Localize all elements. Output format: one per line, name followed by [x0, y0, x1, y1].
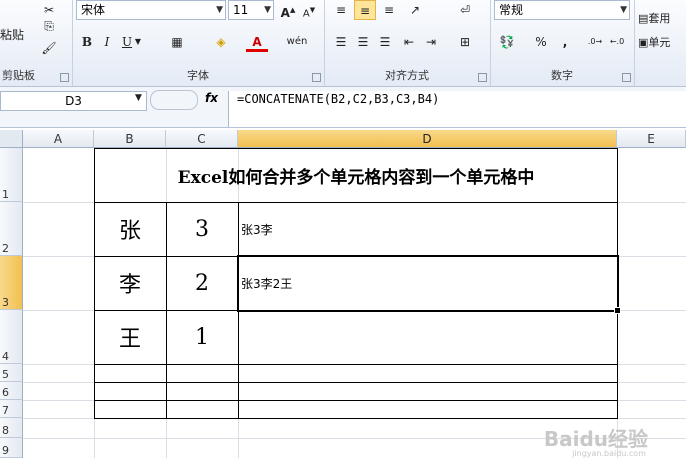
- row-header-8[interactable]: 8: [0, 418, 23, 438]
- ribbon: 粘贴 ✂ ⎘ 🖌 剪贴板 宋体 ▼ 11 ▼ A▲ A▼ B I U ▼ ▦ ◈ A…: [0, 0, 686, 87]
- table-line: [94, 400, 618, 401]
- phonetic-button[interactable]: wén: [286, 32, 308, 52]
- cell-d2[interactable]: 张3李: [238, 202, 620, 256]
- number-launcher-icon[interactable]: [622, 73, 631, 82]
- align-middle-icon[interactable]: ≡: [354, 0, 376, 20]
- format-as-table-label: 套用: [648, 12, 671, 25]
- alignment-group-label: 对齐方式: [385, 69, 429, 82]
- row-header-1[interactable]: 1: [0, 148, 23, 202]
- shrink-font-icon[interactable]: A▼: [298, 0, 320, 20]
- column-header-a[interactable]: A: [23, 130, 94, 148]
- paste-button[interactable]: 粘贴: [0, 26, 24, 43]
- decrease-decimal-icon[interactable]: ←.0: [606, 32, 628, 52]
- cell-c2[interactable]: 3: [166, 202, 238, 256]
- align-top-icon[interactable]: ≡: [330, 0, 352, 20]
- font-name-select[interactable]: 宋体 ▼: [76, 0, 226, 20]
- bold-button[interactable]: B: [76, 32, 98, 52]
- column-header-c[interactable]: C: [166, 130, 238, 148]
- fill-color-icon[interactable]: ◈: [210, 32, 232, 52]
- watermark-subtext: jingyan.baidu.com: [572, 449, 646, 458]
- cell-b4[interactable]: 王: [94, 310, 166, 364]
- row-header-6[interactable]: 6: [0, 382, 23, 400]
- cell-c3[interactable]: 2: [166, 256, 238, 310]
- table-icon: ▤: [638, 12, 649, 25]
- column-header-e[interactable]: E: [617, 130, 686, 148]
- align-bottom-icon[interactable]: ≡: [378, 0, 400, 20]
- row-header-9[interactable]: 9: [0, 438, 23, 458]
- alignment-group: ≡ ≡ ≡ ↗ ⏎ ☰ ☰ ☰ ⇤ ⇥ ⊞ 对齐方式: [324, 0, 491, 86]
- percent-button[interactable]: %: [530, 32, 552, 52]
- clipboard-launcher-icon[interactable]: [60, 73, 69, 82]
- increase-decimal-icon[interactable]: .0→: [584, 32, 606, 52]
- table-line: [94, 382, 618, 383]
- format-as-table-button[interactable]: ▤套用: [638, 10, 670, 26]
- styles-group: ▤套用 ▣单元: [634, 0, 686, 86]
- font-color-button[interactable]: A: [246, 32, 268, 52]
- cell-style-icon: ▣: [638, 36, 649, 49]
- table-line: [94, 364, 618, 365]
- cell-styles-label: 单元: [648, 36, 671, 49]
- chevron-down-icon: ▼: [620, 5, 627, 15]
- chevron-down-icon: ▼: [216, 5, 223, 15]
- formula-bar-grip-icon[interactable]: [150, 90, 198, 110]
- select-all-corner[interactable]: [0, 130, 23, 148]
- font-size-select[interactable]: 11 ▼: [228, 0, 274, 20]
- number-group-label: 数字: [551, 69, 573, 82]
- formula-input[interactable]: =CONCATENATE(B2,C2,B3,C3,B4): [228, 91, 686, 127]
- font-name-value: 宋体: [81, 3, 106, 17]
- column-header-b[interactable]: B: [94, 130, 166, 148]
- wrap-text-icon[interactable]: ⏎: [454, 0, 476, 20]
- currency-icon[interactable]: 💱: [496, 32, 518, 52]
- name-box-dropdown-icon[interactable]: ▼: [135, 93, 142, 103]
- fill-handle[interactable]: [614, 307, 621, 314]
- font-launcher-icon[interactable]: [312, 73, 321, 82]
- align-right-icon[interactable]: ☰: [374, 32, 396, 52]
- cell-b3[interactable]: 李: [94, 256, 166, 310]
- orientation-icon[interactable]: ↗: [404, 0, 426, 20]
- row-header-3[interactable]: 3: [0, 256, 23, 310]
- font-group: 宋体 ▼ 11 ▼ A▲ A▼ B I U ▼ ▦ ◈ A wén 字体: [72, 0, 325, 86]
- font-group-label: 字体: [187, 69, 209, 82]
- format-painter-icon[interactable]: 🖌: [38, 38, 60, 58]
- comma-button[interactable]: ,: [554, 32, 576, 52]
- align-center-icon[interactable]: ☰: [352, 32, 374, 52]
- cell-styles-button[interactable]: ▣单元: [638, 34, 670, 50]
- alignment-launcher-icon[interactable]: [478, 73, 487, 82]
- insert-function-button[interactable]: fx: [205, 91, 218, 105]
- active-cell-selection: [237, 255, 619, 312]
- clipboard-group: 粘贴 ✂ ⎘ 🖌 剪贴板: [0, 0, 73, 86]
- formula-bar: D3 ▼ fx =CONCATENATE(B2,C2,B3,C3,B4): [0, 87, 686, 128]
- number-format-value: 常规: [499, 3, 524, 17]
- cell-b2[interactable]: 张: [94, 202, 166, 256]
- font-size-value: 11: [233, 3, 249, 17]
- grow-font-icon[interactable]: A▲: [277, 0, 299, 20]
- underline-dropdown-icon[interactable]: ▼: [132, 32, 144, 52]
- borders-icon[interactable]: ▦: [166, 32, 188, 52]
- watermark-text: Baidu经验: [543, 427, 648, 451]
- row-header-5[interactable]: 5: [0, 364, 23, 382]
- merge-center-icon[interactable]: ⊞: [454, 32, 476, 52]
- increase-indent-icon[interactable]: ⇥: [420, 32, 442, 52]
- column-header-d[interactable]: D: [238, 130, 617, 148]
- row-header-7[interactable]: 7: [0, 400, 23, 418]
- cell-c4[interactable]: 1: [166, 310, 238, 364]
- copy-icon[interactable]: ⎘: [38, 16, 60, 36]
- number-format-select[interactable]: 常规 ▼: [494, 0, 630, 20]
- name-box[interactable]: D3: [0, 91, 147, 111]
- row-header-2[interactable]: 2: [0, 202, 23, 256]
- cell-b1-title[interactable]: Excel如何合并多个单元格内容到一个单元格中: [94, 148, 618, 202]
- row-header-4[interactable]: 4: [0, 310, 23, 364]
- decrease-indent-icon[interactable]: ⇤: [398, 32, 420, 52]
- number-group: 常规 ▼ 💱 % , .0→ ←.0 数字: [490, 0, 635, 86]
- italic-button[interactable]: I: [96, 32, 118, 52]
- chevron-down-icon: ▼: [264, 5, 271, 15]
- align-left-icon[interactable]: ☰: [330, 32, 352, 52]
